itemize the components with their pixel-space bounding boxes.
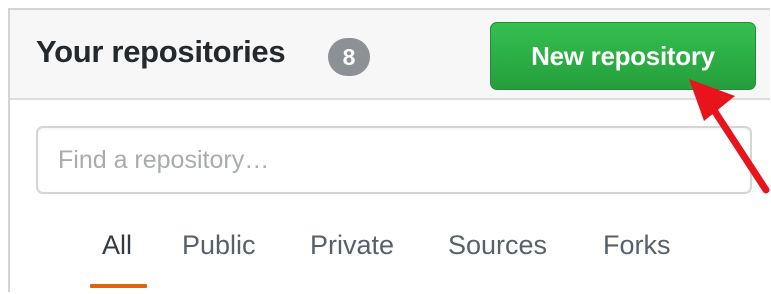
tab-sources[interactable]: Sources xyxy=(448,230,547,261)
repositories-header: Your repositories 8 New repository xyxy=(10,10,770,100)
new-repository-button[interactable]: New repository xyxy=(490,22,756,90)
tab-all[interactable]: All xyxy=(102,230,132,261)
repositories-panel: Your repositories 8 New repository All P… xyxy=(8,8,770,292)
selected-tab-indicator xyxy=(90,284,147,288)
tab-private[interactable]: Private xyxy=(310,230,394,261)
repository-filter-tabs: All Public Private Sources Forks xyxy=(10,224,770,294)
find-repository-input[interactable] xyxy=(36,126,752,194)
repository-count-badge: 8 xyxy=(328,38,370,76)
repositories-title: Your repositories xyxy=(36,34,286,69)
tab-forks[interactable]: Forks xyxy=(603,230,671,261)
tab-public[interactable]: Public xyxy=(182,230,256,261)
